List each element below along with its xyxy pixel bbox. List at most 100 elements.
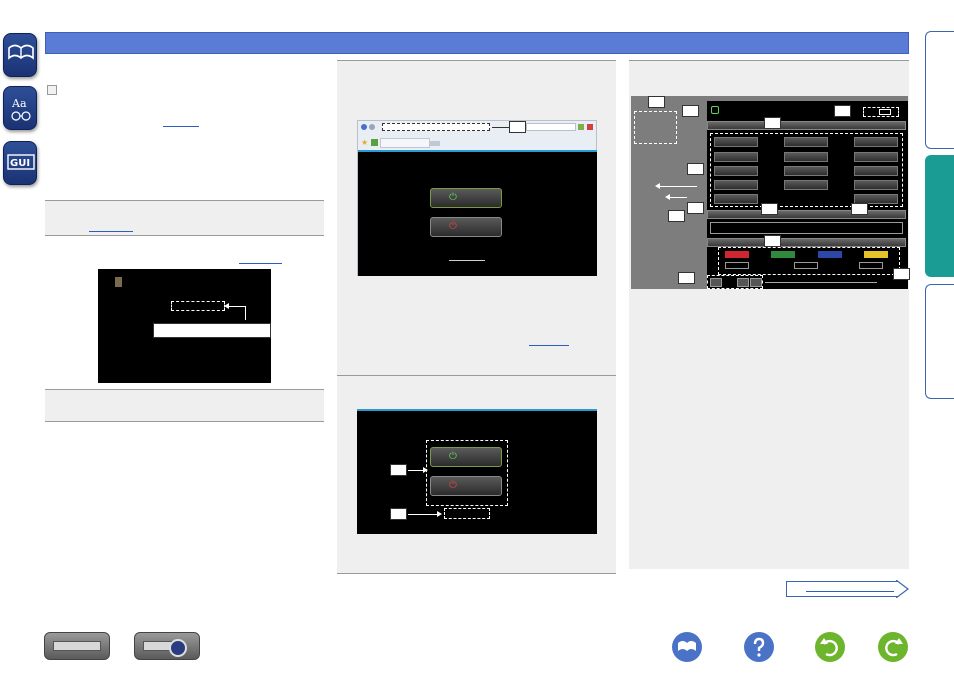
web-link[interactable] [449, 260, 485, 261]
green-button[interactable] [771, 251, 795, 258]
arrow-line [657, 186, 697, 187]
source-button[interactable] [784, 137, 828, 147]
receiver-remote-button[interactable] [134, 632, 200, 660]
function-button[interactable] [859, 262, 883, 269]
favorites-star-icon[interactable]: ★ [361, 139, 368, 147]
page-link-1[interactable] [163, 126, 199, 127]
book-icon[interactable] [672, 632, 702, 662]
previous-icon[interactable] [710, 278, 722, 287]
callout-b [390, 508, 407, 520]
divider [45, 421, 324, 422]
browser-tab[interactable] [380, 138, 430, 148]
power-on-button[interactable]: ⏻ [430, 188, 502, 208]
refresh-icon[interactable] [578, 124, 584, 130]
source-button[interactable] [714, 137, 758, 147]
source-button[interactable] [714, 180, 758, 190]
callout-f [687, 202, 704, 214]
add-favorite-icon[interactable] [371, 139, 378, 146]
arrow-right-icon [437, 511, 442, 517]
power-standby-button[interactable]: ⏻ [430, 217, 502, 237]
source-button[interactable] [854, 137, 898, 147]
callout-l [678, 272, 695, 284]
address-bar-input[interactable] [382, 123, 490, 131]
svg-text:Aa: Aa [11, 97, 27, 110]
source-button[interactable] [714, 152, 758, 162]
arrow-line [408, 514, 438, 515]
source-button[interactable] [784, 180, 828, 190]
gui-icon[interactable]: GUI [3, 141, 37, 185]
function-button[interactable] [725, 262, 749, 269]
volume-row[interactable] [710, 222, 903, 234]
arrow-left-icon [655, 183, 660, 189]
book-icon [8, 44, 34, 60]
arrow-line [245, 306, 246, 320]
callout-e [687, 163, 704, 175]
tab-basic[interactable] [925, 31, 954, 149]
next-icon[interactable] [750, 278, 762, 287]
arrow-line [667, 197, 687, 198]
power-icon[interactable] [711, 106, 719, 114]
back-icon[interactable] [815, 632, 845, 662]
chevron-right-icon[interactable] [896, 580, 910, 598]
glossary-icon[interactable]: Aa [3, 86, 37, 130]
book-glyph [678, 641, 696, 651]
power-on-icon: ⏻ [449, 192, 457, 203]
channel-bar[interactable] [707, 238, 906, 247]
receiver-front-button[interactable] [44, 632, 110, 660]
manual-page: Aa GUI ★ ⏻ ⏻ ⏻ ⏻ [0, 0, 954, 674]
source-button[interactable] [854, 152, 898, 162]
manual-book-icon[interactable] [3, 33, 37, 77]
surround-bar[interactable] [707, 210, 906, 219]
callout-a [648, 96, 665, 108]
ip-address-highlight [171, 301, 225, 311]
source-button[interactable] [784, 166, 828, 176]
arrow-line [492, 127, 510, 128]
redo-arrow-glyph [885, 638, 903, 657]
help-icon[interactable] [744, 632, 774, 662]
source-button[interactable] [714, 166, 758, 176]
arrow-right-icon [423, 467, 428, 473]
undo-arrow-glyph [820, 638, 838, 657]
source-button[interactable] [854, 180, 898, 190]
next-page-link[interactable] [806, 591, 894, 592]
divider [337, 573, 616, 574]
tab-advanced-active[interactable] [925, 155, 954, 277]
red-button[interactable] [725, 251, 749, 258]
callout-i [851, 203, 868, 215]
arrow-line [408, 470, 424, 471]
browser-window: ★ ⏻ ⏻ [357, 120, 597, 276]
power-on-button[interactable]: ⏻ [430, 447, 502, 467]
play-icon[interactable] [737, 278, 749, 287]
tab-info[interactable] [925, 284, 954, 399]
zone-bar[interactable] [707, 121, 906, 130]
close-icon[interactable] [587, 124, 593, 130]
link-highlight [444, 508, 490, 519]
question-glyph [753, 637, 765, 657]
page-link-3[interactable] [239, 263, 282, 264]
next-page-button[interactable] [786, 581, 898, 597]
callout-a [509, 121, 526, 133]
function-button[interactable] [794, 262, 818, 269]
power-control-screen: ⏻ ⏻ [357, 409, 597, 534]
callout-j [764, 235, 781, 247]
screen-icon[interactable] [879, 109, 891, 115]
yellow-button[interactable] [864, 251, 888, 258]
search-input[interactable] [526, 123, 576, 131]
callout-h [761, 203, 778, 215]
power-off-icon: ⏻ [449, 221, 457, 232]
source-button[interactable] [784, 152, 828, 162]
source-button[interactable] [714, 194, 758, 204]
page-link-4[interactable] [529, 345, 569, 346]
forward-icon[interactable] [878, 632, 908, 662]
back-icon[interactable] [361, 124, 367, 130]
power-standby-button[interactable]: ⏻ [430, 476, 502, 496]
blue-button[interactable] [818, 251, 842, 258]
progress-track[interactable] [765, 282, 877, 283]
glossary-aa-icon: Aa [11, 97, 31, 121]
device-info-screen [98, 269, 271, 383]
arrow-left-icon [224, 303, 229, 309]
forward-icon[interactable] [369, 124, 375, 130]
source-button[interactable] [854, 166, 898, 176]
page-link-2[interactable] [89, 231, 133, 232]
new-tab-button[interactable] [430, 141, 440, 146]
